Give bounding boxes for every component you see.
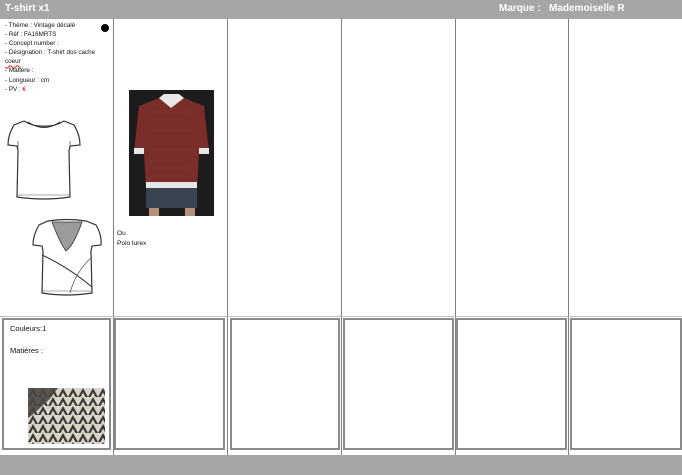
polo-photo — [129, 90, 214, 216]
details-box-3 — [230, 318, 340, 450]
concept-line: - Concept number : — [5, 40, 59, 48]
details-box-6 — [570, 318, 682, 450]
column-divider — [227, 19, 228, 455]
details-box-2 — [114, 318, 225, 450]
materials-label: Matières : — [10, 346, 43, 355]
tshirt-back-sketch — [32, 218, 102, 296]
row-divider — [0, 316, 682, 317]
longueur-line: - Longueur : cm — [5, 76, 50, 84]
alternative-caption: Ou Polo lurex — [117, 229, 146, 248]
brand-value: Mademoiselle R — [549, 3, 625, 14]
alternative-line-1: Ou — [117, 230, 126, 237]
column-divider — [341, 19, 342, 455]
brand-label: Marque : — [499, 3, 541, 14]
details-box-4 — [343, 318, 454, 450]
pv-currency: € — [22, 85, 27, 93]
colors-label: Couleurs:1 — [10, 324, 47, 333]
theme-line: - Thème : Vintage décalé — [5, 22, 76, 29]
designation-line: - Désignation : T-shirt dos cache coeur — [5, 48, 109, 66]
header-bar: T-shirt x1 Marque : Mademoiselle R — [0, 0, 682, 19]
ref-line: - Réf : FA16MRTS — [5, 31, 57, 39]
column-divider — [568, 19, 569, 455]
page-title: T-shirt x1 — [5, 3, 50, 14]
details-box-5 — [456, 318, 567, 450]
pv-line: - PV : € — [5, 85, 109, 94]
alternative-line-2: Polo lurex — [117, 239, 147, 247]
tshirt-front-sketch — [7, 120, 81, 200]
bullet-dot-icon — [101, 24, 109, 32]
product-info: - Thème : Vintage décalé - Réf : FA16MRT… — [5, 21, 109, 94]
footer-bar — [0, 455, 682, 475]
designation-word: coeur — [5, 58, 21, 66]
designation-text: - Désignation : T-shirt dos cache — [5, 49, 96, 57]
fabric-swatch — [28, 388, 105, 444]
pv-label: - PV : — [5, 85, 23, 93]
matiere-line: - Matière : — [5, 67, 34, 75]
